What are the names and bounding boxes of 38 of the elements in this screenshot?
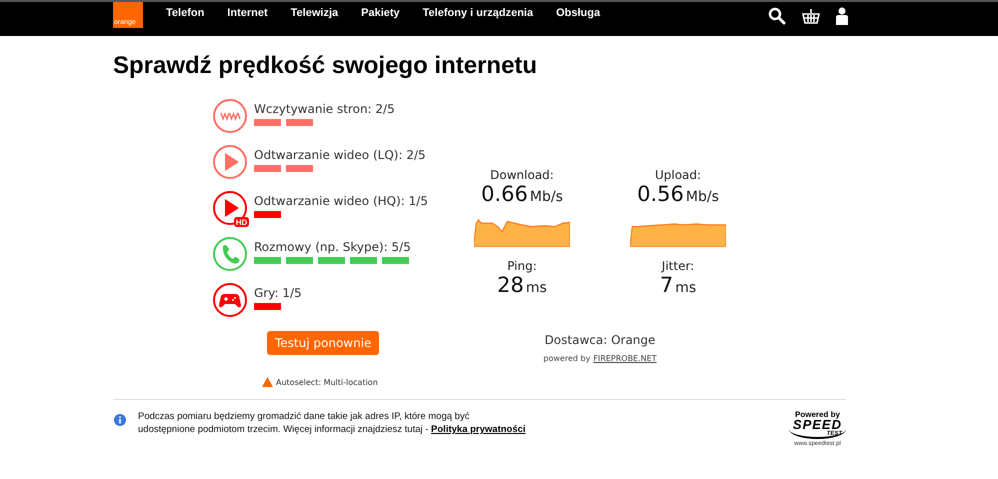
nav-link[interactable]: Telefony i urządzenia [422, 7, 534, 19]
metric-unit: ms [526, 280, 547, 296]
quality-label: Gry: 1/5 [254, 286, 302, 300]
nav-link[interactable]: Obsługa [556, 7, 600, 19]
quality-label: Odtwarzanie wideo (HQ): 1/5 [254, 194, 428, 208]
quality-label: Wczytywanie stron: 2/5 [254, 102, 395, 116]
provider-label: Dostawca: Orange [544, 333, 656, 347]
metric-unit: Mb/s [530, 189, 563, 205]
hd-play-icon: HD [212, 190, 250, 228]
quality-label: Odtwarzanie wideo (LQ): 2/5 [254, 148, 426, 162]
nav-link[interactable]: Telewizja [290, 7, 338, 19]
user-icon[interactable] [836, 7, 848, 25]
powered-by-label: Powered by [795, 410, 840, 419]
metric-unit: Mb/s [686, 189, 719, 205]
server-label: Autoselect: Multi-location [276, 378, 378, 386]
metric-value: 0.66 [481, 182, 528, 206]
search-icon[interactable] [768, 7, 786, 25]
warning-icon [262, 377, 273, 387]
fireprobe-link[interactable]: FIREPROBE.NET [593, 354, 657, 363]
nav-link[interactable]: Telefon [166, 7, 204, 19]
metric-label: Ping: [507, 259, 537, 273]
speedtest-logo: SPEED [792, 419, 842, 431]
info-icon [114, 414, 126, 426]
metric-value: 28 [497, 273, 524, 297]
quality-label: Rozmowy (np. Skype): 5/5 [254, 240, 411, 254]
metric-label: Download: [490, 168, 554, 182]
basket-icon[interactable] [802, 8, 820, 24]
metric-unit: ms [675, 280, 696, 296]
privacy-note: Podczas pomiaru będziemy gromadzić dane takie jak adres IP, które mogą być udostępnione podmiotom trzecim. Więcej informacji znajdziesz tutaj - Polityka prywatności [138, 410, 527, 436]
metric-value: 7 [660, 273, 674, 297]
metric-label: Upload: [654, 168, 702, 182]
metric-value: 0.56 [637, 182, 684, 206]
privacy-policy-link[interactable]: Polityka prywatności [431, 424, 526, 435]
powered-by-label: powered by [543, 354, 590, 363]
nav-link[interactable]: Internet [227, 7, 268, 19]
page-title: Sprawdź prędkość swojego internetu [113, 52, 538, 80]
nav-link[interactable]: Pakiety [361, 7, 400, 19]
metric-label: Jitter: [662, 259, 694, 273]
